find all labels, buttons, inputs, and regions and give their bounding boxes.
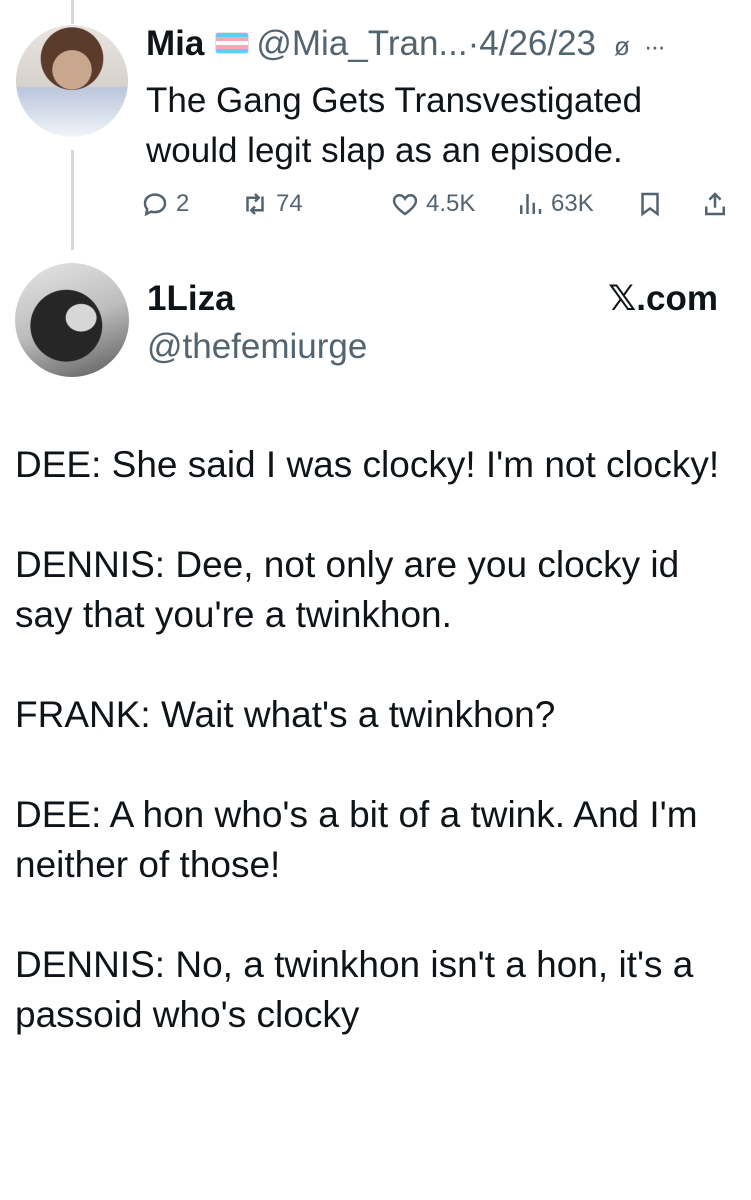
tweet1-text-line: would legit slap as an episode.: [146, 131, 623, 170]
views-icon: [520, 194, 542, 214]
mia-avatar[interactable]: [16, 25, 128, 137]
bookmark-icon: [641, 192, 659, 217]
tweet1-author-name[interactable]: Mia: [146, 24, 204, 63]
tweet2-author-name[interactable]: 1Liza: [147, 279, 235, 319]
tweet2-handle[interactable]: @thefemiurge: [147, 327, 367, 367]
repost-count: 74: [276, 190, 303, 217]
repost-button[interactable]: 74: [240, 184, 303, 224]
liza-avatar[interactable]: [15, 263, 129, 377]
tweet2-paragraph: FRANK: Wait what's a twinkhon?: [15, 694, 556, 735]
like-button[interactable]: 4.5K: [390, 184, 475, 224]
muted-icon: ø: [614, 30, 630, 61]
transgender-flag-icon: [216, 32, 249, 53]
tweet2-paragraph: DENNIS: Dee, not only are you clocky id …: [15, 544, 680, 635]
share-button[interactable]: [700, 184, 730, 224]
thread-connector-top: [71, 0, 74, 24]
views-button[interactable]: 63K: [515, 184, 594, 224]
reply-icon: [143, 193, 167, 217]
reply-count: 2: [176, 190, 190, 217]
tweet1-separator: ·: [467, 24, 480, 63]
more-options-icon[interactable]: ···: [644, 24, 666, 68]
tweet1-action-bar: 2 74 4.5K 63K: [140, 184, 740, 224]
reply-button[interactable]: 2: [140, 184, 189, 224]
tweet1-text: The Gang Gets Transvestigated would legi…: [146, 76, 736, 176]
views-count: 63K: [551, 190, 594, 217]
tweet1-text-line: The Gang Gets Transvestigated: [146, 81, 643, 120]
tweet1-handle[interactable]: @Mia_Tran...: [256, 24, 467, 63]
tweet2-text: DEE: She said I was clocky! I'm not cloc…: [15, 440, 740, 1090]
tweet1-date[interactable]: 4/26/23: [479, 24, 596, 63]
thread-connector: [71, 150, 74, 250]
tweet2-paragraph: DENNIS: No, a twinkhon isn't a hon, it's…: [15, 944, 694, 1035]
share-icon: [705, 192, 725, 216]
tweet2-paragraph: DEE: A hon who's a bit of a twink. And I…: [15, 794, 698, 885]
tweet1-header: Mia @Mia_Tran...·4/26/23 ø ···: [146, 22, 666, 68]
bookmark-button[interactable]: [635, 184, 665, 224]
repost-icon: [246, 193, 264, 215]
tweet2-paragraph: DEE: She said I was clocky! I'm not cloc…: [15, 444, 720, 485]
like-count: 4.5K: [426, 190, 476, 217]
source-label: 𝕏.com: [608, 279, 718, 318]
heart-icon: [392, 193, 418, 216]
